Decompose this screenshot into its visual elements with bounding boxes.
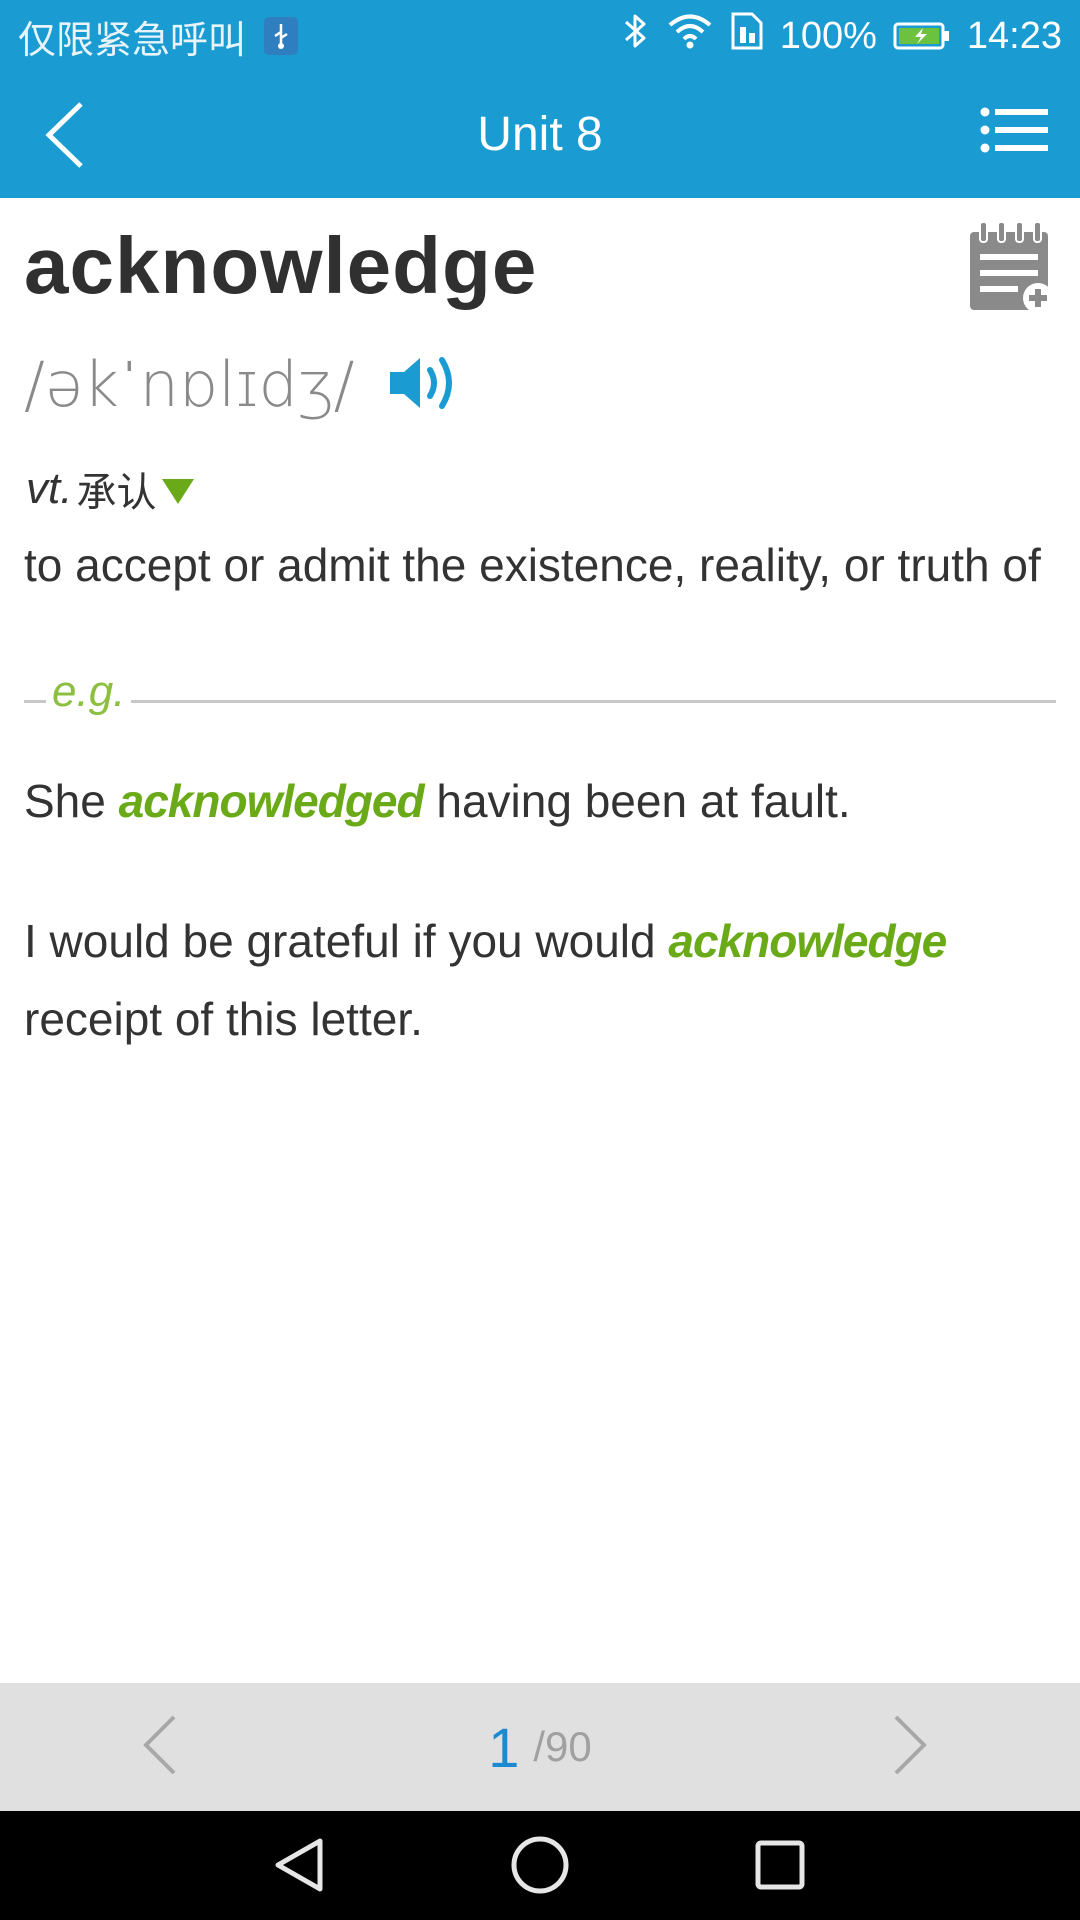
sim-icon — [730, 11, 764, 61]
example-text: She — [24, 775, 119, 827]
example-text: I would be grateful if you would — [24, 915, 669, 967]
speaker-icon — [390, 357, 452, 409]
app-bar: Unit 8 — [0, 72, 1080, 198]
example-highlight: acknowledged — [118, 775, 425, 827]
headword: acknowledge — [24, 221, 538, 310]
triangle-back-icon — [275, 1838, 323, 1892]
status-right: 100% 14:23 — [622, 0, 1062, 72]
definition-text: to accept or admit the existence, realit… — [24, 539, 1041, 591]
system-nav-bar — [0, 1811, 1080, 1920]
eg-label: e.g. — [46, 667, 132, 717]
status-bar: 仅限紧急呼叫 100% 14:23 — [0, 0, 1080, 72]
status-left: 仅限紧急呼叫 — [18, 0, 299, 72]
page-title: Unit 8 — [477, 108, 603, 161]
menu-button[interactable] — [980, 106, 1050, 166]
example-sentence: I would be grateful if you would acknowl… — [24, 902, 1054, 1058]
part-of-speech: vt. — [26, 464, 73, 513]
page-total: /90 — [533, 1723, 592, 1770]
nav-home-button[interactable] — [510, 1835, 570, 1895]
expand-triangle-icon — [162, 479, 195, 504]
divider-line — [24, 700, 1056, 703]
clock-text: 14:23 — [966, 14, 1062, 57]
page-current: 1 — [488, 1715, 520, 1779]
phonetic: /əkˈnɒlɪdʒ/ — [24, 348, 355, 421]
example-text: having been at fault. — [423, 775, 851, 827]
wifi-icon — [666, 12, 714, 60]
example-sentence: She acknowledged having been at fault. — [24, 762, 1054, 840]
example-divider: e.g. — [24, 667, 1056, 723]
list-icon — [980, 107, 1048, 153]
add-to-notebook-button[interactable] — [966, 220, 1056, 316]
usb-icon — [264, 17, 299, 55]
next-word-button[interactable] — [890, 1713, 940, 1783]
circle-home-icon — [511, 1836, 569, 1894]
nav-recents-button[interactable] — [750, 1835, 810, 1895]
battery-charging-icon — [893, 21, 951, 51]
carrier-text: 仅限紧急呼叫 — [18, 17, 247, 62]
battery-level-text: 100% — [779, 14, 877, 57]
play-pronunciation-button[interactable] — [386, 350, 460, 416]
notebook-add-icon — [970, 221, 1053, 313]
pager-bar: 1 /90 — [0, 1683, 1080, 1811]
example-highlight: acknowledge — [668, 915, 947, 967]
bluetooth-icon — [622, 11, 650, 61]
nav-back-button[interactable] — [270, 1835, 330, 1895]
square-recents-icon — [755, 1840, 805, 1890]
chinese-meaning: 承认 — [76, 470, 157, 516]
part-of-speech-row[interactable]: vt. 承认 — [26, 460, 196, 518]
chevron-right-icon — [894, 1715, 927, 1775]
example-text: receipt of this letter. — [24, 993, 423, 1045]
